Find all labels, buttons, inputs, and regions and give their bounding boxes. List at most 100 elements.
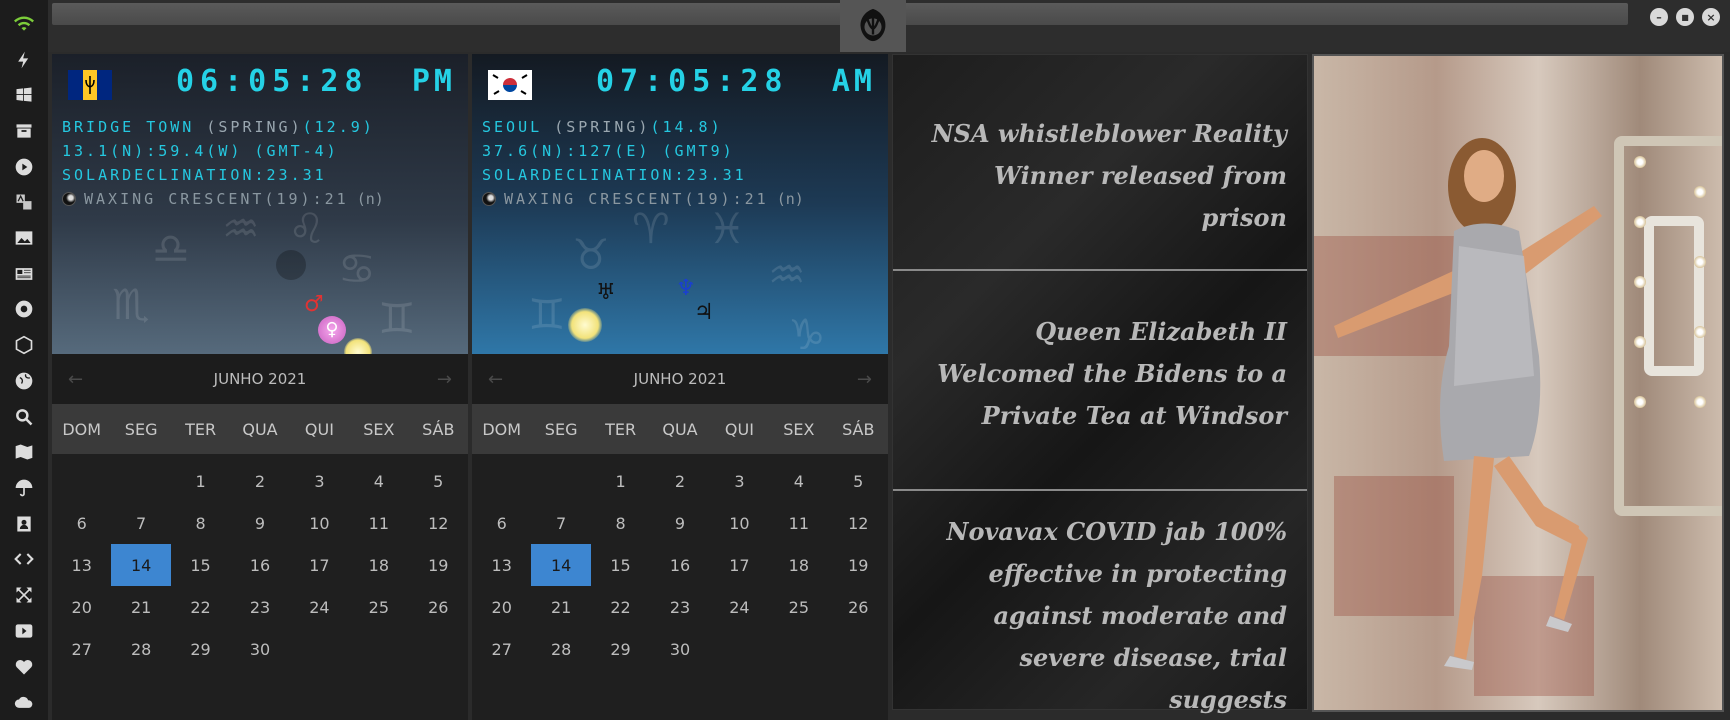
day-cell[interactable]: 11 — [349, 502, 408, 544]
day-cell[interactable]: 22 — [591, 586, 650, 628]
youtube-icon[interactable] — [0, 613, 48, 649]
day-cell[interactable]: 5 — [409, 460, 468, 502]
rebel-alliance-icon — [860, 8, 886, 42]
day-cell[interactable]: 24 — [710, 586, 769, 628]
day-cell[interactable]: 27 — [52, 628, 111, 670]
day-cell[interactable]: 2 — [650, 460, 709, 502]
photo-panel[interactable] — [1312, 54, 1724, 712]
day-cell[interactable]: 11 — [769, 502, 828, 544]
weekday-label: SEX — [783, 419, 815, 439]
day-cell[interactable]: 9 — [650, 502, 709, 544]
day-cell[interactable]: 3 — [710, 460, 769, 502]
day-cell[interactable]: 8 — [171, 502, 230, 544]
day-cell[interactable]: 24 — [290, 586, 349, 628]
bolt-icon[interactable] — [0, 42, 48, 78]
day-cell[interactable]: 12 — [829, 502, 888, 544]
news-headline[interactable]: Novavax COVID jab 100% effective in prot… — [893, 511, 1307, 720]
day-cell[interactable]: 15 — [171, 544, 230, 586]
news-headline[interactable]: Queen Elizabeth II Welcomed the Bidens t… — [893, 311, 1307, 437]
day-cell[interactable]: 6 — [52, 502, 111, 544]
weekday-label: QUA — [662, 419, 698, 439]
day-cell[interactable]: 1 — [171, 460, 230, 502]
selected-day-cell[interactable]: 14 — [111, 544, 171, 586]
code-icon[interactable] — [0, 542, 48, 578]
day-cell[interactable]: 26 — [409, 586, 468, 628]
search-icon[interactable] — [0, 399, 48, 435]
day-cell[interactable]: 25 — [349, 586, 408, 628]
umbrella-icon[interactable] — [0, 470, 48, 506]
day-cell[interactable]: 28 — [531, 628, 590, 670]
day-cell[interactable]: 19 — [409, 544, 468, 586]
cloud-icon[interactable] — [0, 684, 48, 720]
day-cell[interactable]: 10 — [290, 502, 349, 544]
translate-icon[interactable] — [0, 185, 48, 221]
city-temp: (14.8) — [650, 118, 723, 136]
day-cell[interactable]: 28 — [111, 628, 170, 670]
hex-icon[interactable] — [0, 327, 48, 363]
prev-month-button[interactable]: ← — [68, 369, 83, 390]
day-cell[interactable]: 13 — [52, 544, 111, 586]
day-cell[interactable]: 7 — [531, 502, 590, 544]
day-cell[interactable]: 23 — [230, 586, 289, 628]
play-icon[interactable] — [0, 149, 48, 185]
day-cell[interactable]: 29 — [591, 628, 650, 670]
day-cell[interactable]: 18 — [349, 544, 408, 586]
day-cell[interactable]: 20 — [52, 586, 111, 628]
contacts-icon[interactable] — [0, 506, 48, 542]
day-cell[interactable]: 30 — [650, 628, 709, 670]
day-cell[interactable]: 2 — [230, 460, 289, 502]
day-cell[interactable]: 1 — [591, 460, 650, 502]
day-cell[interactable]: 6 — [472, 502, 531, 544]
windows-icon[interactable] — [0, 77, 48, 113]
expand-icon[interactable] — [0, 577, 48, 613]
image-icon[interactable] — [0, 220, 48, 256]
day-cell[interactable]: 21 — [531, 586, 590, 628]
pisces-icon: ♓ — [708, 204, 746, 253]
day-cell[interactable]: 21 — [111, 586, 170, 628]
next-month-button[interactable]: → — [437, 369, 452, 390]
day-cell[interactable]: 8 — [591, 502, 650, 544]
day-cell[interactable]: 29 — [171, 628, 230, 670]
rebel-icon[interactable] — [0, 292, 48, 328]
day-cell[interactable]: 4 — [769, 460, 828, 502]
day-cell[interactable]: 25 — [769, 586, 828, 628]
day-cell[interactable]: 27 — [472, 628, 531, 670]
day-cell[interactable]: 4 — [349, 460, 408, 502]
day-cell[interactable]: 9 — [230, 502, 289, 544]
day-cell[interactable]: 3 — [290, 460, 349, 502]
rebel-logo-tab[interactable] — [840, 0, 906, 52]
maximize-button[interactable]: ■ — [1676, 8, 1694, 26]
day-cell[interactable]: 10 — [710, 502, 769, 544]
news-icon[interactable] — [0, 256, 48, 292]
day-cell[interactable]: 7 — [111, 502, 170, 544]
wifi-icon[interactable] — [0, 6, 48, 42]
day-cell[interactable]: 19 — [829, 544, 888, 586]
news-headline[interactable]: NSA whistleblower Reality Winner release… — [893, 113, 1307, 239]
day-cell[interactable]: 22 — [171, 586, 230, 628]
day-cell[interactable]: 5 — [829, 460, 888, 502]
prev-month-button[interactable]: ← — [488, 369, 503, 390]
minimize-button[interactable]: – — [1650, 8, 1668, 26]
heart-icon[interactable] — [0, 649, 48, 685]
day-cell[interactable]: 15 — [591, 544, 650, 586]
archive-icon[interactable] — [0, 113, 48, 149]
day-cell[interactable]: 30 — [230, 628, 289, 670]
next-month-button[interactable]: → — [857, 369, 872, 390]
desktop-root: – ■ × 06:05:28 PM BRIDGE TOWN (SPRING)(1… — [0, 0, 1730, 720]
day-cell[interactable]: 26 — [829, 586, 888, 628]
day-cell[interactable]: 18 — [769, 544, 828, 586]
close-button[interactable]: × — [1702, 8, 1720, 26]
day-cell[interactable]: 17 — [710, 544, 769, 586]
day-cell[interactable]: 23 — [650, 586, 709, 628]
city-line: SEOUL (SPRING)(14.8) — [482, 118, 723, 136]
globe-icon[interactable] — [0, 363, 48, 399]
day-cell[interactable]: 20 — [472, 586, 531, 628]
day-cell[interactable]: 12 — [409, 502, 468, 544]
selected-day-cell[interactable]: 14 — [531, 544, 591, 586]
map-icon[interactable] — [0, 434, 48, 470]
day-cell[interactable]: 16 — [230, 544, 289, 586]
day-cell[interactable]: 16 — [650, 544, 709, 586]
day-cell[interactable]: 13 — [472, 544, 531, 586]
day-cell[interactable]: 17 — [290, 544, 349, 586]
venus-icon: ♀ — [318, 316, 346, 344]
